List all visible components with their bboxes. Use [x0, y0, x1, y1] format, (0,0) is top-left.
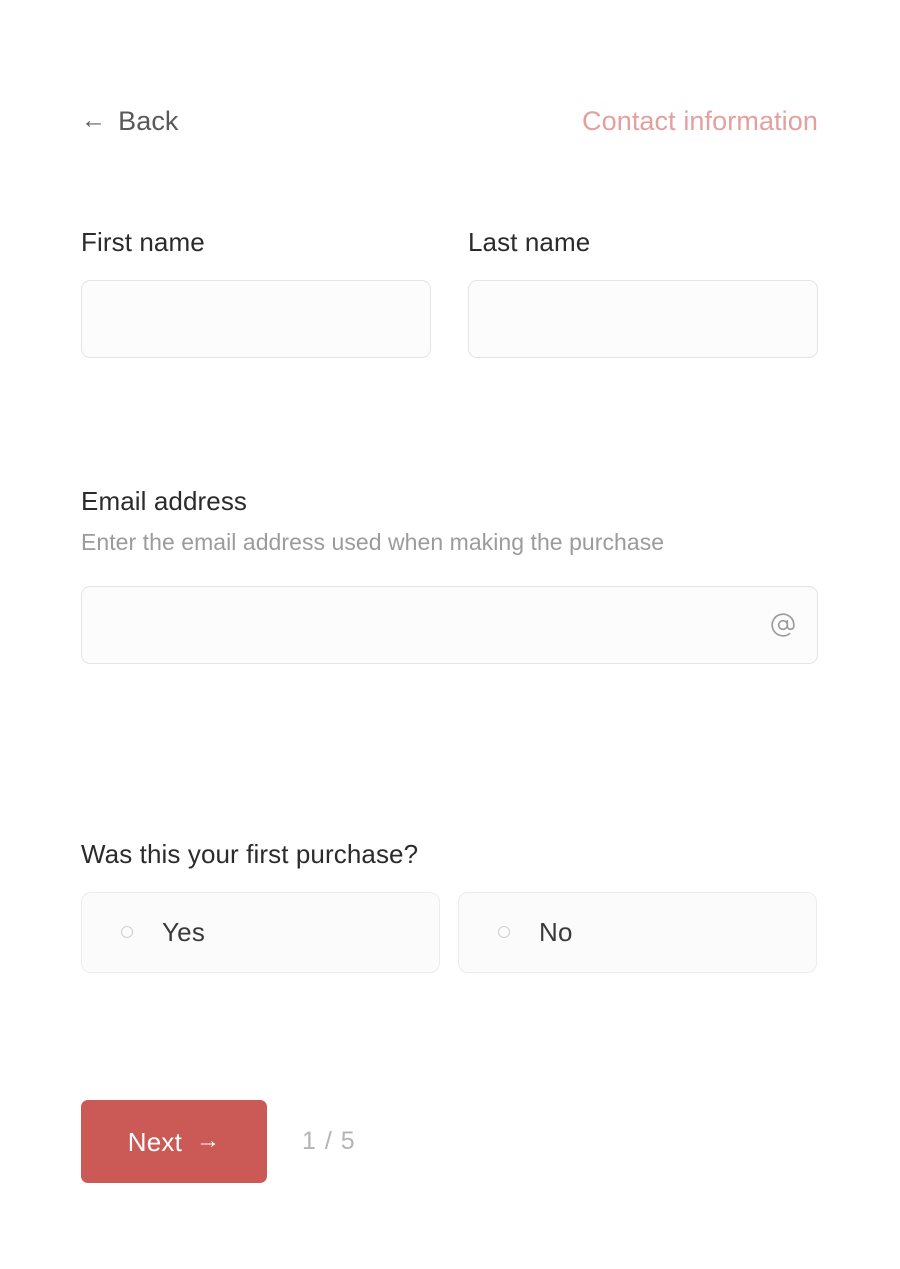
option-no-label: No	[539, 917, 573, 948]
email-label: Email address	[81, 486, 248, 516]
page-footer: Next → 1 / 5	[81, 1100, 356, 1183]
first-name-field-group: First name	[81, 228, 431, 358]
email-input[interactable]	[81, 585, 818, 664]
radio-circle-icon[interactable]	[121, 926, 133, 939]
arrow-left-icon: ←	[81, 105, 107, 134]
option-yes[interactable]: Yes	[81, 891, 440, 973]
first-name-label: First name	[81, 227, 205, 257]
wizard-page: ← Back Contact information First name La…	[0, 0, 900, 1269]
email-field-group: Email address Enter the email address us…	[81, 487, 818, 664]
first-purchase-question-group: Was this your first purchase? Yes No	[81, 840, 818, 973]
last-name-label: Last name	[468, 227, 591, 257]
first-name-input[interactable]	[81, 279, 431, 358]
first-purchase-question-label: Was this your first purchase?	[81, 839, 419, 869]
next-button[interactable]: Next →	[81, 1100, 267, 1183]
step-counter: 1 / 5	[302, 1127, 356, 1155]
last-name-field-group: Last name	[468, 228, 818, 358]
first-purchase-options: Yes No	[81, 891, 818, 973]
next-button-label: Next	[127, 1126, 183, 1157]
option-yes-label: Yes	[162, 917, 206, 948]
option-no[interactable]: No	[458, 891, 817, 973]
radio-circle-icon[interactable]	[498, 926, 510, 939]
name-fields-row: First name Last name	[81, 228, 818, 358]
email-help-text: Enter the email address used when making…	[81, 528, 665, 555]
back-button-label: Back	[118, 105, 179, 136]
arrow-right-icon: →	[196, 1126, 221, 1154]
email-input-wrapper	[81, 585, 818, 664]
page-title: Contact information	[581, 105, 818, 136]
back-button[interactable]: ← Back	[81, 105, 179, 136]
page-header: ← Back Contact information	[81, 98, 818, 144]
last-name-input[interactable]	[468, 279, 818, 358]
